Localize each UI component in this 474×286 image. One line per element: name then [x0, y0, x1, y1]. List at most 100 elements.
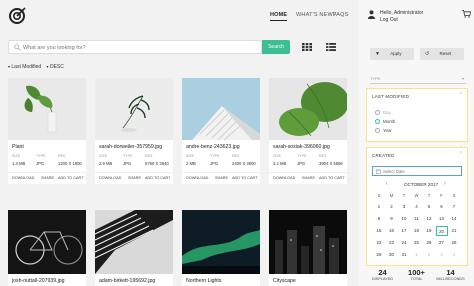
list-view-icon[interactable]: [326, 43, 336, 51]
asset-card[interactable]: Northern Lights: [182, 210, 260, 286]
chevron-up-icon[interactable]: ⌃: [459, 92, 463, 98]
calendar-day[interactable]: 14: [448, 214, 460, 224]
calendar-day[interactable]: 10: [398, 214, 410, 224]
calendar-day[interactable]: 31: [398, 250, 410, 260]
calendar-day[interactable]: 29: [373, 250, 385, 260]
asset-card[interactable]: Cityscape: [269, 210, 347, 286]
sort-field[interactable]: Last Modified: [11, 64, 41, 70]
asset-thumbnail[interactable]: [182, 78, 260, 140]
share-link[interactable]: SHARE: [302, 176, 315, 180]
asset-title[interactable]: adam-birkett-195692.jpg: [99, 278, 155, 284]
logo-icon[interactable]: [8, 7, 26, 25]
calendar-day[interactable]: 9: [386, 214, 398, 224]
search-button[interactable]: Search: [262, 40, 290, 54]
calendar-day[interactable]: 7: [448, 202, 460, 212]
cart-icon[interactable]: [462, 10, 471, 18]
calendar-day[interactable]: 24: [398, 238, 410, 248]
asset-card[interactable]: josh-nuttall-207939.jpg: [8, 210, 86, 286]
calendar-day[interactable]: 17: [398, 226, 410, 236]
sort-field-chevron-icon[interactable]: ▾: [8, 64, 10, 69]
apply-button[interactable]: ▼ Apply: [370, 48, 414, 60]
asset-thumbnail[interactable]: [95, 78, 173, 140]
asset-title[interactable]: Northern Lights: [186, 278, 221, 284]
download-link[interactable]: DOWNLOAD: [12, 176, 34, 180]
calendar-day[interactable]: 28: [448, 238, 460, 248]
share-link[interactable]: SHARE: [128, 176, 141, 180]
calendar-day[interactable]: 12: [423, 214, 435, 224]
asset-thumbnail[interactable]: [95, 210, 173, 274]
chevron-up-icon[interactable]: ⌃: [459, 151, 463, 157]
radio-month[interactable]: [375, 119, 380, 124]
radio-day-label[interactable]: Day: [383, 110, 391, 115]
calendar-day[interactable]: 20: [435, 226, 448, 236]
radio-day[interactable]: [375, 110, 380, 115]
asset-title[interactable]: sarah-sosiak-396060.jpg: [273, 144, 330, 150]
asset-title[interactable]: josh-nuttall-207939.jpg: [12, 278, 65, 284]
calendar-day[interactable]: 15: [373, 226, 385, 236]
calendar-day[interactable]: 22: [373, 238, 385, 248]
add-to-cart-link[interactable]: ADD TO CART: [58, 176, 84, 180]
prev-month-icon[interactable]: ‹: [386, 181, 388, 187]
download-link[interactable]: DOWNLOAD: [186, 176, 208, 180]
calendar-day[interactable]: 4: [411, 202, 423, 212]
calendar-day[interactable]: 1: [411, 250, 423, 260]
nav-home[interactable]: HOME: [270, 12, 288, 21]
asset-thumbnail[interactable]: [269, 78, 347, 140]
asset-title[interactable]: Cityscape: [273, 278, 296, 284]
logout-link[interactable]: Log Out: [380, 17, 398, 23]
next-month-icon[interactable]: ›: [444, 181, 446, 187]
calendar-day[interactable]: 6: [436, 202, 448, 212]
download-link[interactable]: DOWNLOAD: [273, 176, 295, 180]
share-link[interactable]: SHARE: [41, 176, 54, 180]
calendar-day[interactable]: 21: [448, 226, 460, 236]
calendar-day[interactable]: 11: [411, 214, 423, 224]
type-select[interactable]: TYPE ▾: [370, 74, 466, 84]
asset-thumbnail[interactable]: [8, 210, 86, 274]
asset-card[interactable]: sarah-dorweiler-357959.jpg SIZE TYPE RES…: [95, 78, 173, 184]
download-link[interactable]: DOWNLOAD: [99, 176, 121, 180]
asset-card[interactable]: andre-benz-243623.jpg SIZE TYPE RES 2 MB…: [182, 78, 260, 184]
asset-title[interactable]: Plant: [12, 144, 24, 150]
calendar-day[interactable]: 16: [386, 226, 398, 236]
calendar-day[interactable]: 2: [423, 250, 435, 260]
calendar-day[interactable]: 5: [423, 202, 435, 212]
asset-card[interactable]: Plant SIZE TYPE RES 1.4 MB JPG 1200 X 18…: [8, 78, 86, 184]
calendar-day[interactable]: 2: [386, 202, 398, 212]
calendar-day[interactable]: 26: [423, 238, 435, 248]
asset-card[interactable]: adam-birkett-195692.jpg: [95, 210, 173, 286]
calendar-day[interactable]: 4: [448, 250, 460, 260]
asset-thumbnail[interactable]: [8, 78, 86, 140]
calendar-day[interactable]: 23: [386, 238, 398, 248]
asset-thumbnail[interactable]: [182, 210, 260, 274]
date-input-field[interactable]: [383, 168, 459, 175]
calendar-day[interactable]: 1: [373, 202, 385, 212]
add-to-cart-link[interactable]: ADD TO CART: [145, 176, 171, 180]
calendar-day[interactable]: 18: [411, 226, 423, 236]
radio-year-label[interactable]: Year: [383, 128, 392, 133]
asset-thumbnail[interactable]: [269, 210, 347, 274]
nav-whats-new[interactable]: WHAT'S NEW?: [296, 12, 336, 18]
add-to-cart-link[interactable]: ADD TO CART: [232, 176, 258, 180]
search-input[interactable]: [23, 42, 253, 53]
reset-button[interactable]: ↺ Reset: [420, 48, 464, 60]
nav-faqs[interactable]: FAQS: [333, 12, 348, 18]
sort-order-chevron-icon[interactable]: ▾: [47, 64, 49, 69]
sort-order[interactable]: DESC: [50, 64, 64, 70]
calendar-day[interactable]: 30: [386, 250, 398, 260]
asset-title[interactable]: sarah-dorweiler-357959.jpg: [99, 144, 162, 150]
add-to-cart-link[interactable]: ADD TO CART: [319, 176, 345, 180]
radio-year[interactable]: [375, 128, 380, 133]
calendar-day[interactable]: 3: [436, 250, 448, 260]
share-link[interactable]: SHARE: [215, 176, 228, 180]
calendar-day[interactable]: 25: [411, 238, 423, 248]
calendar-day[interactable]: 27: [436, 238, 448, 248]
asset-card[interactable]: sarah-sosiak-396060.jpg SIZE TYPE RES 3.…: [269, 78, 347, 184]
grid-view-icon[interactable]: [302, 43, 312, 51]
calendar-day[interactable]: 3: [398, 202, 410, 212]
calendar-day[interactable]: 8: [373, 214, 385, 224]
date-input[interactable]: [372, 166, 462, 176]
radio-month-label[interactable]: Month: [383, 119, 395, 124]
calendar-day[interactable]: 13: [436, 214, 448, 224]
calendar-day[interactable]: 19: [423, 226, 435, 236]
asset-title[interactable]: andre-benz-243623.jpg: [186, 144, 240, 150]
